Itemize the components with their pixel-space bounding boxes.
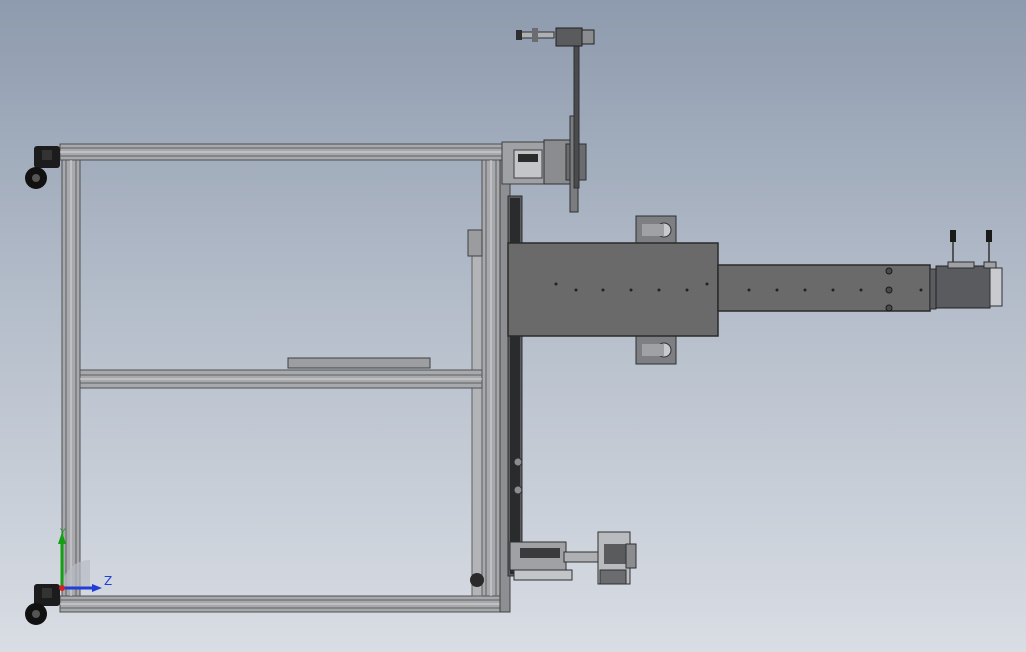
right-post (481, 159, 501, 597)
middle-crossbar (79, 369, 483, 389)
aluminum-frame (59, 143, 523, 613)
servo-motor-icon (929, 261, 1003, 310)
sensor-bracket (467, 229, 483, 257)
cad-model-canvas[interactable] (0, 0, 1026, 652)
y-axis-label: Y (60, 528, 66, 538)
small-wheel (470, 573, 484, 587)
cable-connector-icon (950, 230, 992, 262)
cad-viewport[interactable]: Z Y (0, 0, 1026, 652)
extension-beam (717, 264, 931, 312)
bottom-rail (59, 595, 509, 613)
linear-axis (507, 215, 931, 365)
z-axis-label: Z (104, 574, 113, 588)
top-actuator (501, 27, 595, 213)
top-rail (59, 143, 509, 161)
mounting-plate (287, 357, 431, 369)
caster-wheel-icon (25, 584, 60, 625)
caster-wheel-icon (25, 146, 60, 189)
bottom-gripper (509, 531, 637, 585)
